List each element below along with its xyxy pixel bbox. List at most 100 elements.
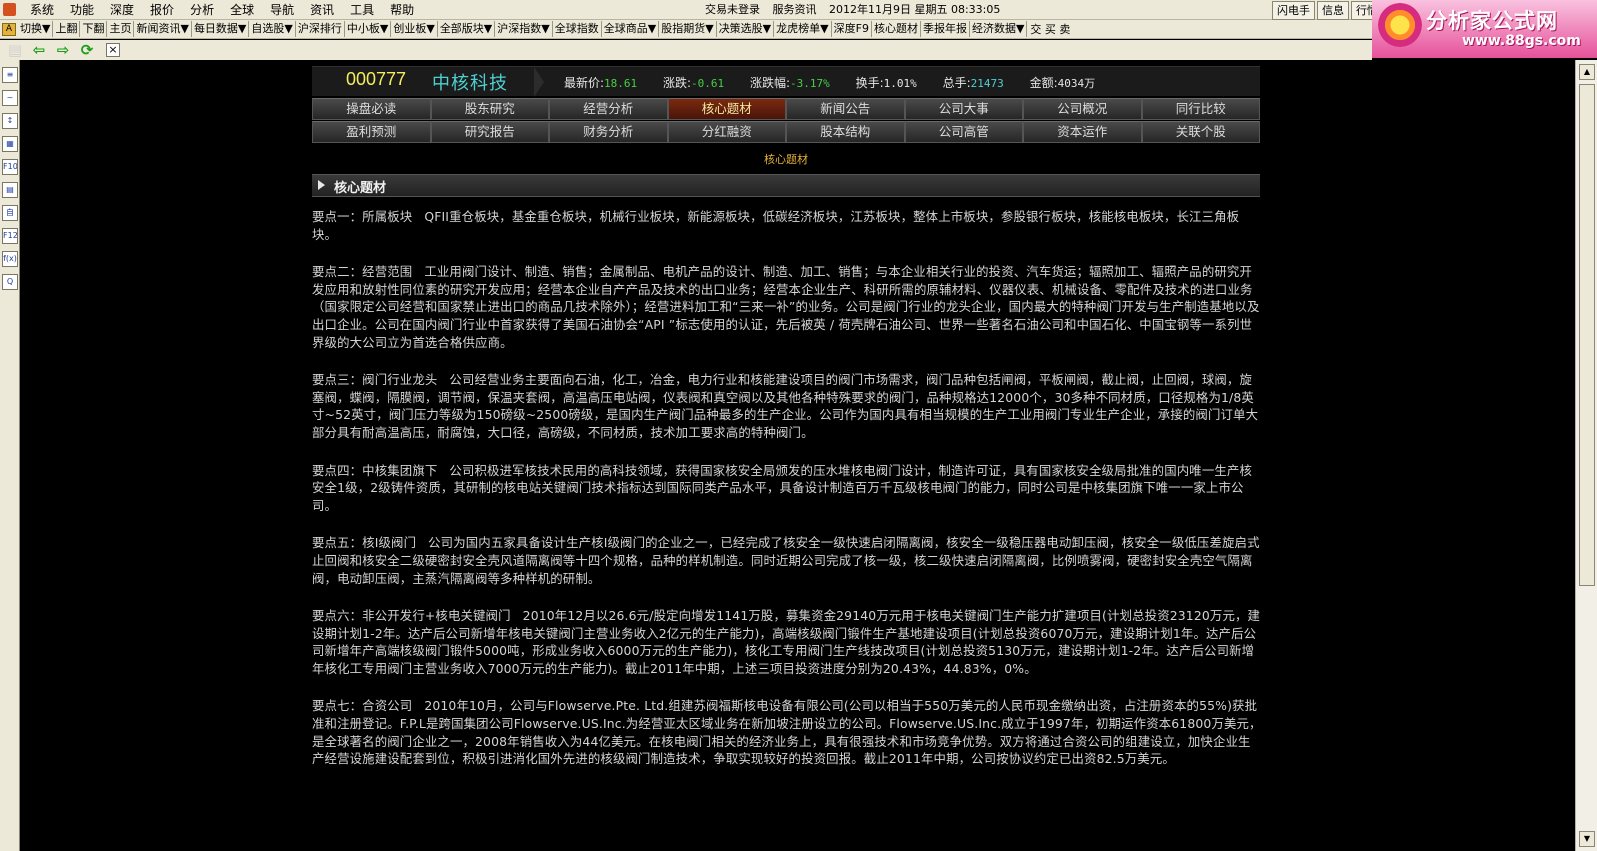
tb-depth-f9[interactable]: 深度F9 (832, 21, 872, 37)
formula-icon[interactable]: f(x) (2, 251, 18, 267)
menu-global[interactable]: 全球 (222, 0, 262, 20)
tb-news[interactable]: 新闻资讯▼ (134, 21, 192, 37)
point-5: 要点五：核I级阀门 公司为国内五家具备设计生产核I级阀门的企业之一，已经完成了核安… (312, 534, 1262, 587)
status-info: 交易未登录 服务资讯 2012年11月9日 星期五 08:33:05 (705, 0, 1009, 20)
tb-economic-data[interactable]: 经济数据▼ (970, 21, 1028, 37)
tab-financial[interactable]: 财务分析 (549, 121, 668, 143)
point-text: 公司经营业务主要面向石油，化工，冶金，电力行业和核能建设项目的阀门市场需求，阀门… (312, 372, 1259, 440)
tab-business-analysis[interactable]: 经营分析 (549, 98, 668, 120)
quick-toolbar: A 切换▼ 上翻 下翻 主页 新闻资讯▼ 每日数据▼ 自选股▼ 沪深排行 中小板… (0, 20, 1372, 39)
info-button[interactable]: 信息 (1317, 1, 1349, 20)
tab-related-stocks[interactable]: 关联个股 (1141, 121, 1260, 143)
table-icon[interactable]: ▦ (2, 136, 18, 152)
datetime: 2012年11月9日 星期五 08:33:05 (829, 3, 1001, 16)
page-subtitle: 核心题材 (764, 153, 808, 166)
menu-quote[interactable]: 报价 (142, 0, 182, 20)
f10-icon[interactable]: F10 (2, 159, 18, 175)
flower-icon (1378, 3, 1422, 47)
tb-page-up[interactable]: 上翻 (53, 21, 81, 37)
app-logo-icon (3, 3, 16, 16)
point-text: 公司为国内五家具备设计生产核I级阀门的企业之一，已经完成了核安全一级快速启闭隔离… (312, 535, 1260, 586)
tb-futures[interactable]: 股指期货▼ (659, 21, 717, 37)
tb-dragon-tiger[interactable]: 龙虎榜单▼ (774, 21, 832, 37)
menu-tools[interactable]: 工具 (342, 0, 382, 20)
stock-header: 000777 中核科技 最新价:18.61 涨跌:-0.61 涨跌幅:-3.17… (312, 66, 1260, 97)
tab-research[interactable]: 研究报告 (430, 121, 549, 143)
tb-ranking[interactable]: 沪深排行 (296, 21, 345, 37)
list-view-icon[interactable]: ≡ (2, 67, 18, 83)
tb-sme-board[interactable]: 中小板▼ (345, 21, 392, 37)
stock-name: 中核科技 (432, 73, 508, 94)
point-text: QFII重仓板块，基金重仓板块，机械行业板块，新能源板块，低碳经济板块，江苏板块… (312, 209, 1240, 242)
tb-trade-buttons[interactable]: 交 买 卖 (1027, 21, 1073, 37)
point-text: 2010年10月，公司与Flowserve.Pte. Ltd.组建苏阀福斯核电设… (312, 698, 1262, 767)
back-arrow-icon[interactable]: ⇦ (30, 41, 48, 59)
price-value: 18.61 (604, 77, 638, 90)
service-link[interactable]: 服务资讯 (773, 3, 817, 16)
menu-navigate[interactable]: 导航 (262, 0, 302, 20)
tab-row-2: 盈利预测 研究报告 财务分析 分红融资 股本结构 公司高管 资本运作 关联个股 (312, 121, 1260, 143)
tb-global-commodities[interactable]: 全球商品▼ (602, 21, 660, 37)
tb-switch[interactable]: 切换▼ (18, 21, 54, 37)
report-icon[interactable]: ▤ (2, 182, 18, 198)
section-header[interactable]: 核心题材 (312, 174, 1260, 197)
point-text: 工业用阀门设计、制造、销售；金属制品、电机产品的设计、制造、加工、销售；与本企业… (312, 264, 1260, 350)
vertical-scrollbar[interactable]: ▲ ▼ (1575, 60, 1597, 851)
menu-news[interactable]: 资讯 (302, 0, 342, 20)
toolbar-a-icon[interactable]: A (2, 22, 16, 36)
watchlist-icon[interactable]: 自 (2, 205, 18, 221)
quote-summary: 最新价:18.61 涨跌:-0.61 涨跌幅:-3.17% 换手:1.01% 总… (564, 74, 1117, 91)
kline-icon[interactable]: ↕ (2, 113, 18, 129)
nav-bar: ▤ ⇦ ⇨ ⟳ × (0, 40, 1372, 60)
brand-logo: 分析家公式网 www.88gs.com (1372, 0, 1597, 58)
trend-chart-icon[interactable]: ~ (2, 90, 18, 106)
menu-help[interactable]: 帮助 (382, 0, 422, 20)
tb-stock-picking[interactable]: 决策选股▼ (717, 21, 775, 37)
tb-reports[interactable]: 季报年报 (921, 21, 970, 37)
f12-icon[interactable]: F12 (2, 228, 18, 244)
tab-profile[interactable]: 公司概况 (1023, 98, 1142, 120)
tab-executives[interactable]: 公司高管 (904, 121, 1023, 143)
stock-code: 000777 (346, 69, 407, 89)
menu-system[interactable]: 系统 (22, 0, 62, 20)
tab-share-structure[interactable]: 股本结构 (786, 121, 905, 143)
point-1: 要点一：所属板块 QFII重仓板块，基金重仓板块，机械行业板块，新能源板块，低碳经… (312, 208, 1262, 243)
tab-news[interactable]: 新闻公告 (786, 98, 905, 120)
scroll-down-icon[interactable]: ▼ (1579, 831, 1595, 847)
tb-watchlist[interactable]: 自选股▼ (249, 21, 296, 37)
close-icon[interactable]: × (106, 43, 120, 57)
point-3: 要点三：阀门行业龙头 公司经营业务主要面向石油，化工，冶金，电力行业和核能建设项目… (312, 371, 1262, 441)
forward-arrow-icon[interactable]: ⇨ (54, 41, 72, 59)
tb-page-down[interactable]: 下翻 (80, 21, 108, 37)
tb-index[interactable]: 沪深指数▼ (495, 21, 553, 37)
document-icon[interactable]: ▤ (6, 41, 24, 59)
tb-global-index[interactable]: 全球指数 (553, 21, 602, 37)
tab-peer-comparison[interactable]: 同行比较 (1141, 98, 1260, 120)
tab-shareholder[interactable]: 股东研究 (430, 98, 549, 120)
collapse-triangle-icon[interactable] (318, 180, 325, 190)
tb-home[interactable]: 主页 (107, 21, 135, 37)
tab-events[interactable]: 公司大事 (904, 98, 1023, 120)
refresh-icon[interactable]: ⟳ (78, 41, 96, 59)
flash-trade-button[interactable]: 闪电手 (1272, 1, 1315, 20)
brand-url: www.88gs.com (1462, 33, 1581, 49)
trade-status[interactable]: 交易未登录 (705, 3, 760, 16)
menu-depth[interactable]: 深度 (102, 0, 142, 20)
tb-growth-board[interactable]: 创业板▼ (391, 21, 438, 37)
tab-capital-ops[interactable]: 资本运作 (1023, 121, 1142, 143)
point-title: 要点六：非公开发行+核电关键阀门 (312, 608, 511, 624)
tb-core-theme[interactable]: 核心题材 (872, 21, 921, 37)
scroll-thumb[interactable] (1579, 84, 1595, 586)
header-divider (534, 67, 544, 97)
search-icon[interactable]: Q (2, 274, 18, 290)
tb-all-sectors[interactable]: 全部版块▼ (438, 21, 496, 37)
tab-dividend[interactable]: 分红融资 (667, 121, 786, 143)
tab-core-theme[interactable]: 核心题材 (667, 98, 786, 120)
tab-trading-guide[interactable]: 操盘必读 (312, 98, 431, 120)
tb-daily-data[interactable]: 每日数据▼ (192, 21, 250, 37)
tab-forecast[interactable]: 盈利预测 (312, 121, 431, 143)
scroll-up-icon[interactable]: ▲ (1579, 64, 1595, 80)
amount-value: 4034万 (1057, 77, 1096, 90)
menu-analysis[interactable]: 分析 (182, 0, 222, 20)
menu-function[interactable]: 功能 (62, 0, 102, 20)
